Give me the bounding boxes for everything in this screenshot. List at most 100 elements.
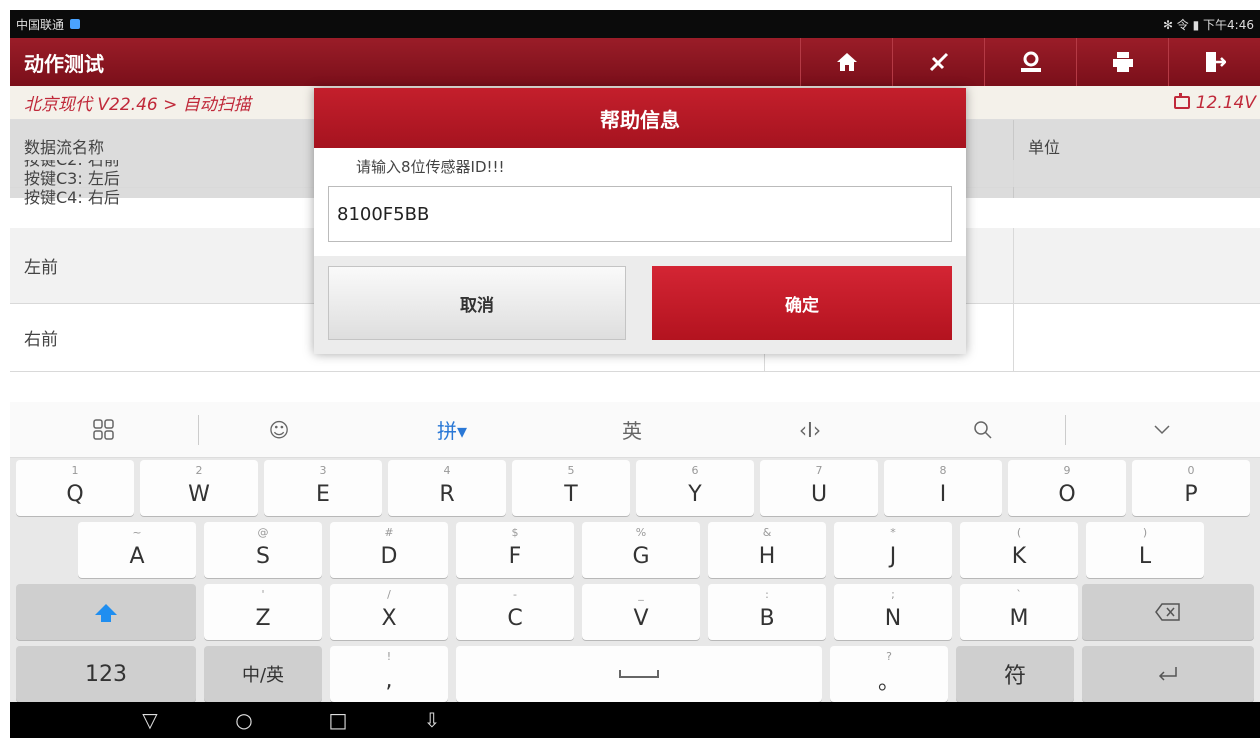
backspace-key[interactable] — [1082, 584, 1254, 640]
key-label: Y — [688, 481, 702, 507]
key-hint: ; — [891, 588, 895, 601]
key-label: A — [129, 543, 145, 569]
key-label: F — [508, 543, 522, 569]
key-hint: ` — [1016, 588, 1022, 601]
comma-key[interactable]: ! , — [330, 646, 448, 702]
key-row-1: 1Q2W3E4R5T6Y7U8I9O0P — [10, 460, 1260, 522]
key-label: V — [633, 605, 649, 631]
key-s[interactable]: @ S — [204, 522, 322, 578]
key-g[interactable]: % G — [582, 522, 700, 578]
row-unit — [1013, 304, 1260, 371]
key-hint: 6 — [691, 464, 699, 477]
key-b[interactable]: :B — [708, 584, 826, 640]
key-label: L — [1138, 543, 1152, 569]
key-label: R — [439, 481, 455, 507]
key-label: 。 — [877, 670, 900, 695]
key-hint: ! — [386, 650, 392, 663]
key-row-3: ' Z / X - C _ V: B; N ` M — [10, 584, 1260, 646]
symbols-key[interactable]: 符 — [956, 646, 1074, 702]
key-y[interactable]: 6Y — [636, 460, 754, 516]
key-z[interactable]: ' Z — [204, 584, 322, 640]
home-nav-icon[interactable]: ○ — [214, 708, 274, 732]
recents-icon[interactable]: □ — [308, 708, 368, 732]
key-label: D — [380, 543, 398, 569]
key-row-4: 123 中/英 ! , ? 。 符 — [10, 646, 1260, 708]
key-r[interactable]: 4R — [388, 460, 506, 516]
key-n[interactable]: ; N — [834, 584, 952, 640]
key-e[interactable]: 3E — [264, 460, 382, 516]
diagnose-icon[interactable] — [892, 38, 984, 86]
search-icon[interactable] — [901, 402, 1065, 458]
numbers-key[interactable]: 123 — [16, 646, 196, 702]
english-mode-button[interactable]: 英 — [545, 402, 719, 458]
space-key[interactable] — [456, 646, 822, 702]
key-m[interactable]: ` M — [960, 584, 1078, 640]
key-hint: 5 — [567, 464, 575, 477]
key-label: , — [385, 667, 393, 693]
key-d[interactable]: # D — [330, 522, 448, 578]
key-hint: % — [635, 526, 647, 539]
collapse-keyboard-icon[interactable] — [1066, 402, 1258, 458]
key-u[interactable]: 7U — [760, 460, 878, 516]
dialog-title: 帮助信息 — [314, 88, 966, 148]
key-label: Q — [66, 481, 84, 507]
key-q[interactable]: 1Q — [16, 460, 134, 516]
battery-icon — [1173, 93, 1190, 109]
period-key[interactable]: ? 。 — [830, 646, 948, 702]
key-hint: ~ — [132, 526, 142, 539]
emoji-icon[interactable]: ☺ — [199, 402, 359, 458]
key-label: T — [564, 481, 578, 507]
status-bar: 中国联通 ✻ 令 ▮ 下午4:46 — [10, 10, 1260, 38]
key-k[interactable]: (K — [960, 522, 1078, 578]
notification-pull-icon[interactable]: ⇩ — [402, 708, 462, 732]
key-hint: ) — [1142, 526, 1148, 539]
key-t[interactable]: 5T — [512, 460, 630, 516]
key-hint: / — [387, 588, 391, 601]
key-label: G — [632, 543, 650, 569]
key-j[interactable]: * J — [834, 522, 952, 578]
key-hint: $ — [511, 526, 519, 539]
row-line: 按键C3: 左后 — [24, 169, 120, 188]
key-label: C — [507, 605, 523, 631]
key-hint: @ — [257, 526, 269, 539]
soft-keyboard: ☺ 拼▾ 英 ‹I› 1Q2W3E4R5T6Y7U8I9O0P ~ A @ S # D $ F… — [10, 402, 1260, 702]
print-icon[interactable] — [1076, 38, 1168, 86]
user-icon[interactable] — [984, 38, 1076, 86]
row-unit — [1013, 160, 1260, 187]
lang-switch-key[interactable]: 中/英 — [204, 646, 322, 702]
key-label: Z — [255, 605, 271, 631]
back-icon[interactable]: ▽ — [120, 708, 180, 732]
key-p[interactable]: 0P — [1132, 460, 1250, 516]
exit-icon[interactable] — [1168, 38, 1260, 86]
key-w[interactable]: 2W — [140, 460, 258, 516]
dialog-footer: 取消 确定 — [314, 256, 966, 354]
sensor-id-input[interactable]: 8100F5BB — [328, 186, 952, 242]
cursor-edit-icon[interactable]: ‹I› — [719, 402, 901, 458]
voltage-value: 12.14V — [1195, 92, 1256, 113]
confirm-button[interactable]: 确定 — [652, 266, 952, 340]
home-icon[interactable] — [800, 38, 892, 86]
pinyin-mode-button[interactable]: 拼▾ — [359, 402, 545, 458]
apps-grid-icon[interactable] — [10, 402, 198, 458]
key-x[interactable]: / X — [330, 584, 448, 640]
key-label: H — [758, 543, 776, 569]
shift-key[interactable] — [16, 584, 196, 640]
key-i[interactable]: 8I — [884, 460, 1002, 516]
cancel-button[interactable]: 取消 — [328, 266, 626, 340]
key-label: O — [1058, 481, 1076, 507]
key-hint: _ — [638, 588, 644, 601]
key-o[interactable]: 9O — [1008, 460, 1126, 516]
key-label: B — [759, 605, 775, 631]
key-hint: ? — [886, 650, 892, 663]
key-hint: 4 — [443, 464, 451, 477]
key-h[interactable]: & H — [708, 522, 826, 578]
key-label: W — [188, 481, 210, 507]
enter-key[interactable] — [1082, 646, 1254, 702]
key-c[interactable]: -C — [456, 584, 574, 640]
key-hint: ' — [261, 588, 265, 601]
key-v[interactable]: _ V — [582, 584, 700, 640]
key-l[interactable]: ) L — [1086, 522, 1204, 578]
key-a[interactable]: ~ A — [78, 522, 196, 578]
key-f[interactable]: $ F — [456, 522, 574, 578]
key-hint: 2 — [195, 464, 203, 477]
